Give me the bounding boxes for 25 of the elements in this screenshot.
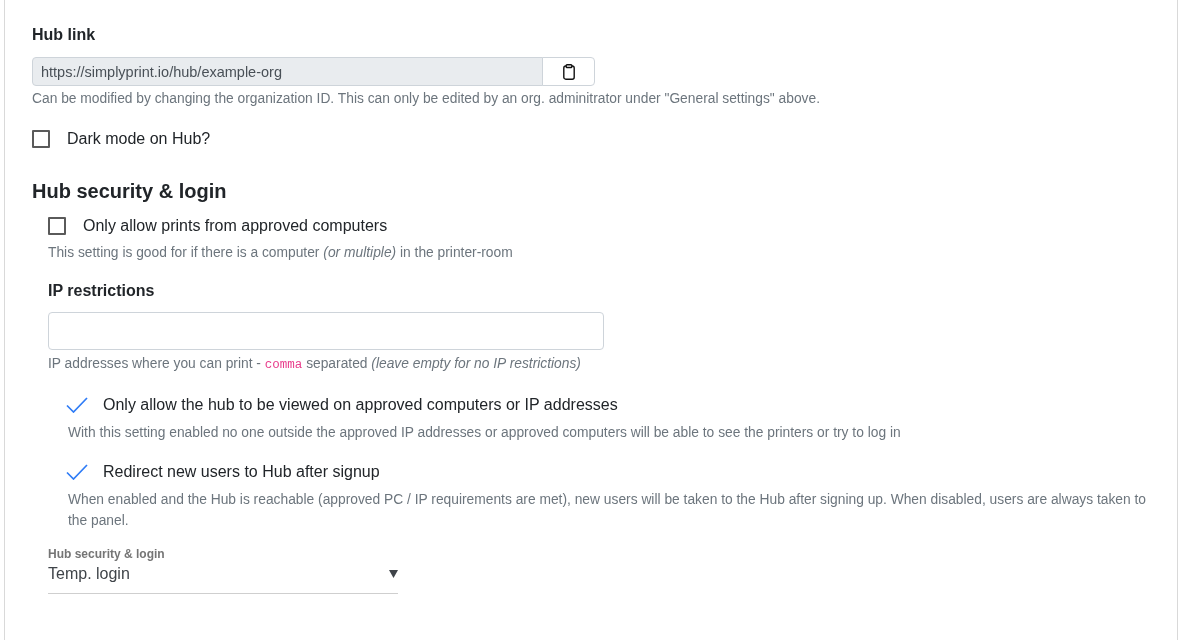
checkbox-label: Only allow the hub to be viewed on approved computers or IP addresses — [103, 395, 618, 415]
clipboard-icon — [562, 63, 575, 80]
select-label: Hub security & login — [48, 546, 166, 562]
copy-button[interactable] — [542, 57, 595, 86]
caret-icon — [389, 569, 398, 578]
checkbox[interactable] — [66, 397, 88, 413]
help-text: With this setting enabled no one outside the approved IP addresses or approved computers will be able to see the printers or try to log in — [68, 424, 902, 442]
checkbox-label: Redirect new users to Hub after signup — [103, 462, 380, 482]
section-heading: Hub security & login — [32, 179, 228, 204]
link-field[interactable]: https://simplyprint.io/hub/example-org — [32, 57, 543, 86]
help-text: This setting is good for if there is a computer (or multiple) in the printer-room — [48, 244, 514, 262]
checkbox[interactable] — [66, 464, 88, 480]
checkbox-label: Dark mode on Hub? — [67, 129, 211, 149]
checkbox[interactable] — [32, 130, 50, 148]
checkbox[interactable] — [48, 217, 66, 235]
help-text: When enabled and the Hub is reachable (approved PC / IP requirements are met), new users will be taken to the Hub after signing up. When disabled, users are always taken to the panel. — [68, 491, 1148, 530]
checkbox-label: Only allow prints from approved computers — [83, 216, 388, 236]
field-label: Hub link — [32, 25, 97, 45]
check-icon — [66, 464, 88, 480]
check-icon — [66, 397, 88, 413]
field-label: IP restrictions — [48, 281, 156, 301]
ip-restrictions-field[interactable] — [48, 312, 604, 350]
help-text: IP addresses where you can print - comma separated (leave empty for no IP restrictions) — [48, 355, 582, 374]
help-text: Can be modified by changing the organization ID. This can only be edited by an org. adminitrator under "General settings" above. — [32, 90, 821, 108]
login-select[interactable]: Temp. login — [48, 562, 398, 594]
